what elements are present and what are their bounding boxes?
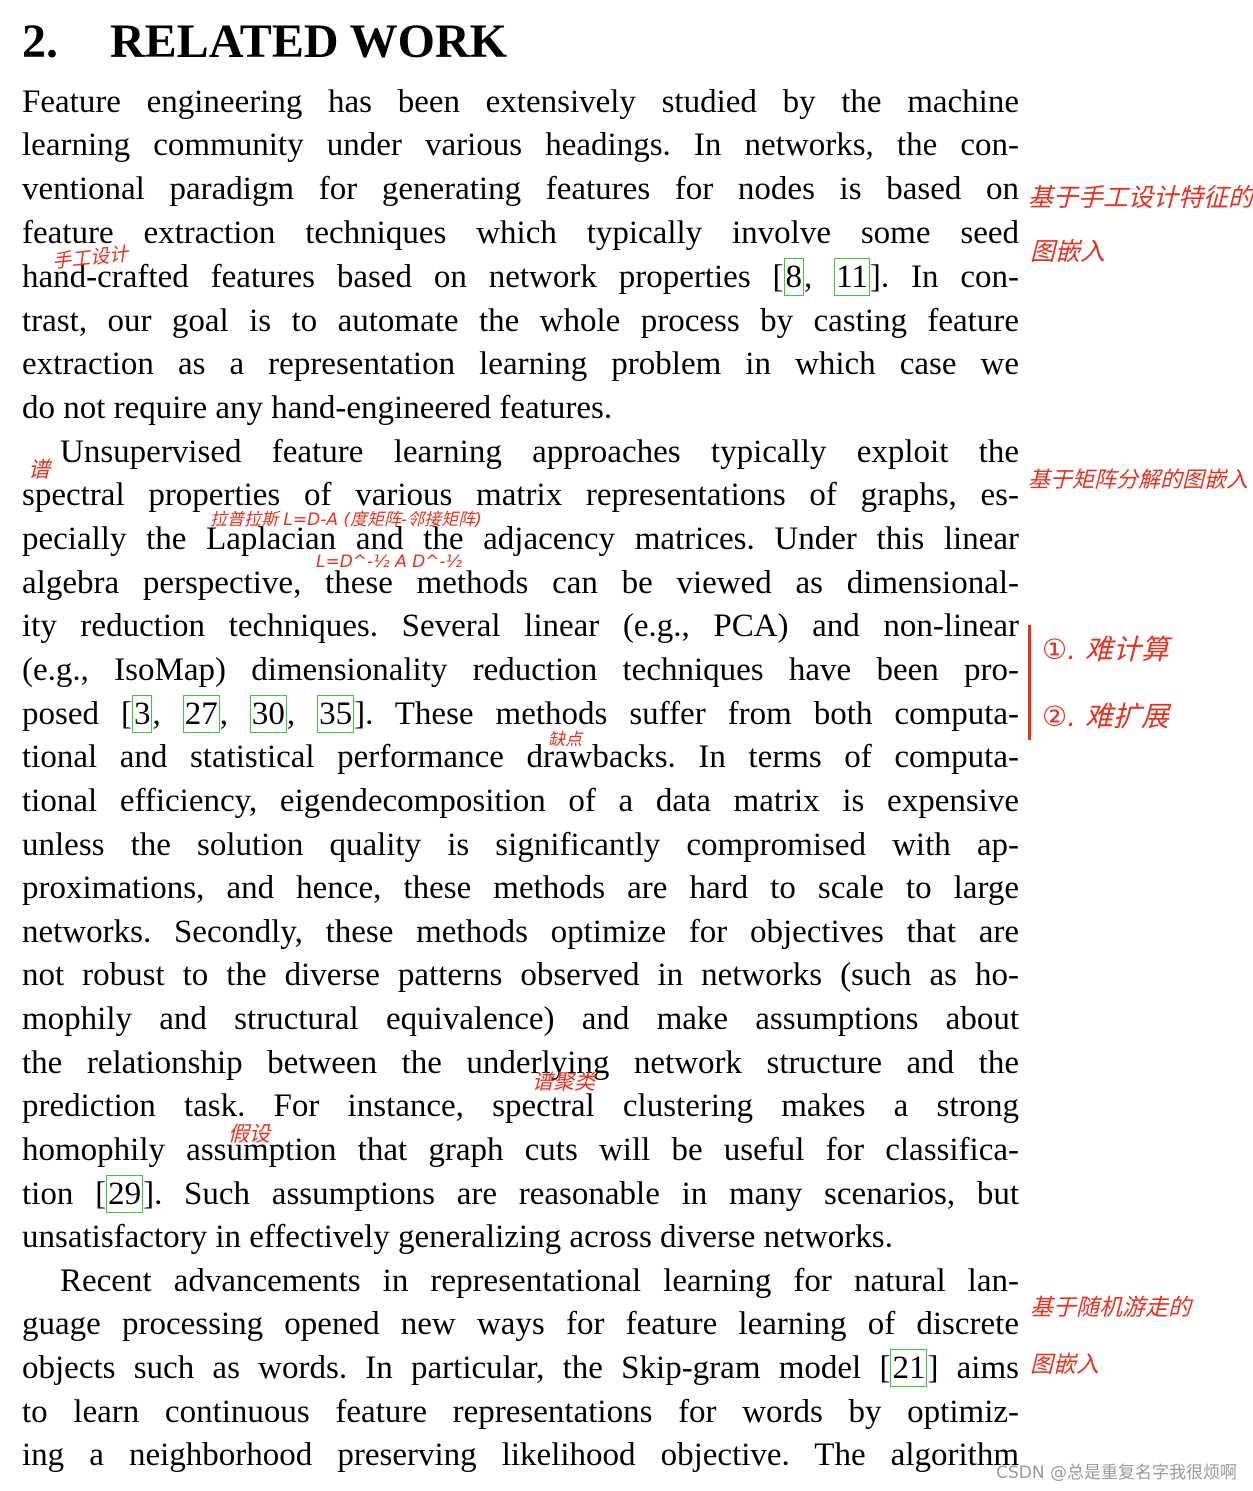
text-line: prediction task. For instance, spectral … [22, 1084, 1019, 1128]
text-segment: , [152, 696, 183, 732]
text-segment: unless the solution quality is significa… [22, 827, 1019, 863]
text-line: Unsupervised feature learning approaches… [60, 430, 1019, 474]
citation-link[interactable]: 29 [106, 1175, 144, 1213]
text-segment: to learn continuous feature representati… [22, 1394, 1019, 1430]
text-segment: ]. Such assumptions are reasonable in ma… [143, 1176, 1019, 1212]
margin-note-handcrafted-embedding-2: 图嵌入 [1030, 237, 1106, 266]
text-line: tional and statistical performance drawb… [22, 735, 1019, 779]
text-segment: ]. These methods suffer from both comput… [354, 696, 1020, 732]
text-segment: the relationship between the underlying … [22, 1045, 1019, 1081]
text-segment: ]. In con- [869, 259, 1019, 295]
text-segment: ] aims [927, 1350, 1019, 1386]
text-line: ity reduction techniques. Several linear… [22, 604, 1019, 648]
text-segment: ing a neighborhood preserving likelihood… [22, 1437, 1019, 1473]
text-line: extraction as a representation learning … [22, 342, 1019, 386]
text-line: unsatisfactory in effectively generalizi… [22, 1215, 1019, 1259]
text-line: objects such as words. In particular, th… [22, 1346, 1019, 1390]
text-segment: prediction task. For instance, spectral … [22, 1088, 1019, 1124]
text-segment: guage processing opened new ways for fea… [22, 1306, 1019, 1342]
text-segment: Unsupervised feature learning approaches… [60, 434, 1019, 470]
text-segment: mophily and structural equivalence) and … [22, 1001, 1019, 1037]
text-line: not robust to the diverse patterns obser… [22, 953, 1019, 997]
citation-link[interactable]: 8 [783, 258, 805, 296]
text-line: to learn continuous feature representati… [22, 1390, 1019, 1434]
text-line: learning community under various heading… [22, 123, 1019, 167]
text-line: guage processing opened new ways for fea… [22, 1302, 1019, 1346]
spectral-clustering-note: 谱聚类 [532, 1070, 595, 1094]
text-segment: tional and statistical performance drawb… [22, 739, 1019, 775]
text-line: algebra perspective, these methods can b… [22, 561, 1019, 605]
laplacian-formula-note: 拉普拉斯 L=D-A (度矩阵-邻接矩阵) [210, 510, 482, 530]
citation-link[interactable]: 3 [131, 695, 153, 733]
text-line: proximations, and hence, these methods a… [22, 866, 1019, 910]
drawbacks-note: 缺点 [548, 730, 582, 750]
text-line: ing a neighborhood preserving likelihood… [22, 1433, 1019, 1477]
citation-link[interactable]: 27 [182, 695, 220, 733]
text-segment: hand-crafted features based on network p… [22, 259, 784, 295]
margin-note-hard-to-compute: ①. 难计算 [1042, 633, 1169, 666]
text-line: ventional paradigm for generating featur… [22, 167, 1019, 211]
text-segment: , [804, 259, 835, 295]
text-line: posed [3, 27, 30, 35]. These methods suf… [22, 692, 1019, 736]
text-line: the relationship between the underlying … [22, 1041, 1019, 1085]
text-segment: extraction as a representation learning … [22, 346, 1019, 382]
margin-note-handcrafted-embedding: 基于手工设计特征的 [1028, 183, 1253, 212]
text-segment: homophily assumption that graph cuts wil… [22, 1132, 1019, 1168]
text-line: tional efficiency, eigendecomposition of… [22, 779, 1019, 823]
normalized-laplacian-note: L=D^-½ A D^-½ [316, 552, 463, 572]
spectral-mark: 谱 [28, 458, 51, 483]
margin-note-random-walk-2: 图嵌入 [1030, 1352, 1099, 1378]
text-line: homophily assumption that graph cuts wil… [22, 1128, 1019, 1172]
text-segment: , [219, 696, 250, 732]
text-segment: ventional paradigm for generating featur… [22, 171, 1019, 207]
text-segment: not robust to the diverse patterns obser… [22, 957, 1019, 993]
text-segment: unsatisfactory in effectively generalizi… [22, 1219, 893, 1255]
text-segment: (e.g., IsoMap) dimensionality reduction … [22, 652, 1019, 688]
text-segment: pecially the Laplacian and the adjacency… [22, 521, 1019, 557]
text-segment: , [286, 696, 318, 732]
section-heading: 2. RELATED WORK [22, 14, 507, 69]
text-segment: tion [ [22, 1176, 107, 1212]
text-segment: posed [ [22, 696, 132, 732]
section-number: 2. [22, 15, 58, 68]
text-line: hand-crafted features based on network p… [22, 255, 1019, 299]
text-segment: spectral properties of various matrix re… [22, 477, 1019, 513]
watermark: CSDN @总是重复名字我很烦啊 [996, 1463, 1237, 1483]
text-line: trast, our goal is to automate the whole… [22, 299, 1019, 343]
citation-link[interactable]: 21 [890, 1349, 928, 1387]
margin-bracket [1028, 625, 1031, 740]
text-segment: ity reduction techniques. Several linear… [22, 608, 1019, 644]
text-segment: learning community under various heading… [22, 127, 1019, 163]
margin-note-matrix-factorization: 基于矩阵分解的图嵌入 [1028, 468, 1249, 493]
citation-link[interactable]: 11 [834, 258, 870, 296]
section-title: RELATED WORK [110, 15, 507, 68]
text-line: tion [29]. Such assumptions are reasonab… [22, 1172, 1019, 1216]
text-segment: algebra perspective, these methods can b… [22, 565, 1019, 601]
assumption-note: 假设 [228, 1122, 270, 1146]
margin-note-hard-to-scale: ②. 难扩展 [1042, 700, 1169, 733]
text-segment: tional efficiency, eigendecomposition of… [22, 783, 1019, 819]
text-segment: Feature engineering has been extensively… [22, 84, 1019, 120]
text-line: Recent advancements in representational … [60, 1259, 1019, 1303]
text-line: pecially the Laplacian and the adjacency… [22, 517, 1019, 561]
text-segment: feature extraction techniques which typi… [22, 215, 1019, 251]
text-segment: trast, our goal is to automate the whole… [22, 303, 1019, 339]
text-line: spectral properties of various matrix re… [22, 473, 1019, 517]
citation-link[interactable]: 35 [317, 695, 355, 733]
citation-link[interactable]: 30 [249, 695, 287, 733]
text-segment: Recent advancements in representational … [60, 1263, 1019, 1299]
text-segment: networks. Secondly, these methods optimi… [22, 914, 1019, 950]
text-line: do not require any hand-engineered featu… [22, 386, 1019, 430]
text-line: feature extraction techniques which typi… [22, 211, 1019, 255]
text-line: networks. Secondly, these methods optimi… [22, 910, 1019, 954]
text-line: mophily and structural equivalence) and … [22, 997, 1019, 1041]
text-segment: objects such as words. In particular, th… [22, 1350, 891, 1386]
text-segment: proximations, and hence, these methods a… [22, 870, 1019, 906]
margin-note-random-walk: 基于随机游走的 [1030, 1295, 1191, 1321]
text-line: unless the solution quality is significa… [22, 823, 1019, 867]
text-line: (e.g., IsoMap) dimensionality reduction … [22, 648, 1019, 692]
paper-page: 2. RELATED WORK Feature engineering has b… [0, 0, 1253, 1491]
text-line: Feature engineering has been extensively… [22, 80, 1019, 124]
text-segment: do not require any hand-engineered featu… [22, 390, 613, 426]
